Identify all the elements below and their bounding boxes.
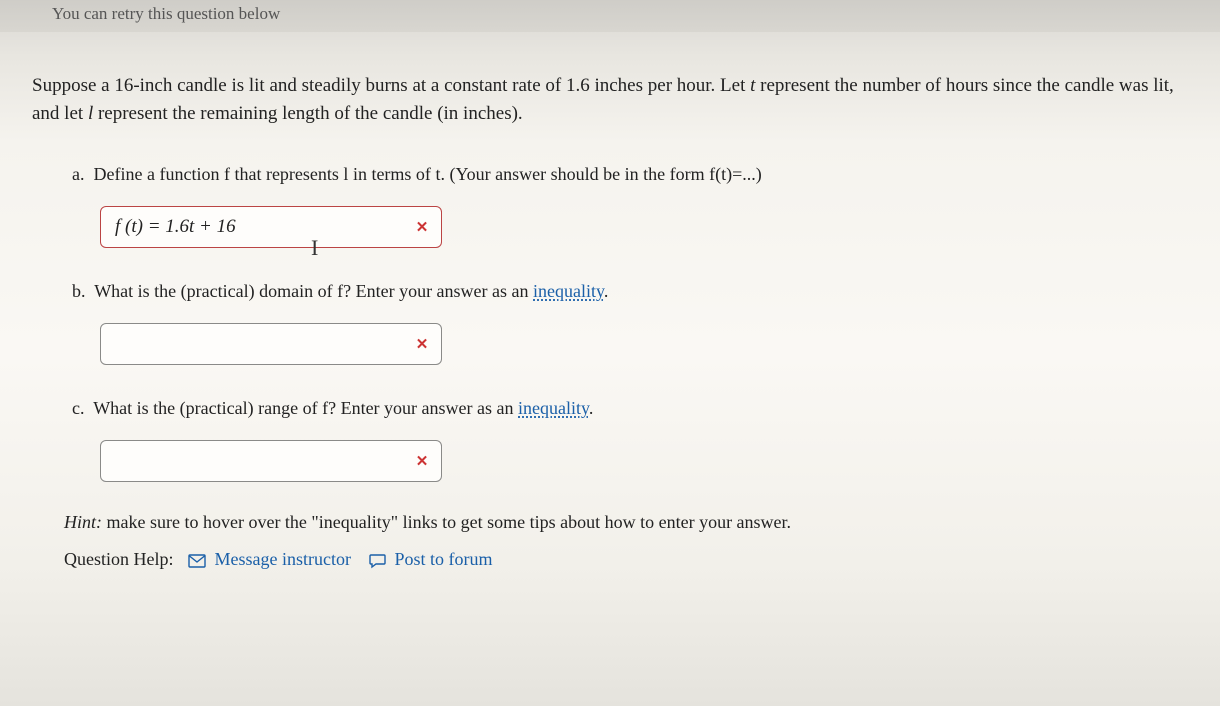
question-help-label: Question Help:	[64, 549, 174, 569]
speech-bubble-icon	[369, 553, 386, 569]
part-a-answer-row: f (t) = 1.6t + 16 ✕ I	[100, 206, 1188, 248]
part-a-answer-input[interactable]: f (t) = 1.6t + 16 ✕ I	[100, 206, 442, 248]
hint-label: Hint:	[64, 512, 102, 532]
part-a-text-1: Define a function	[94, 164, 224, 184]
part-c-text-3: .	[589, 398, 594, 418]
part-b-text-3: .	[604, 281, 609, 301]
incorrect-icon: ✕	[413, 218, 431, 236]
problem-text-1: Suppose a 16-inch candle is lit and stea…	[32, 75, 750, 96]
part-a-text-2: that represents	[230, 164, 343, 184]
part-a-label: a.	[72, 164, 85, 184]
part-b-text-2: ? Enter your answer as an	[343, 281, 533, 301]
part-b-answer-input[interactable]: ✕	[100, 323, 442, 365]
inequality-link[interactable]: inequality	[533, 281, 604, 301]
part-c-prompt: c. What is the (practical) range of f? E…	[72, 395, 1188, 422]
part-b-text-1: What is the (practical) domain of	[94, 281, 337, 301]
retry-text: You can retry this question below	[52, 4, 280, 23]
part-b: b. What is the (practical) domain of f? …	[32, 278, 1188, 365]
incorrect-icon: ✕	[413, 335, 431, 353]
incorrect-icon: ✕	[413, 452, 431, 470]
part-b-answer-row: ✕	[100, 323, 1188, 365]
problem-text-3: represent the remaining length of the ca…	[93, 103, 522, 124]
part-a-text-3: in terms of	[348, 164, 435, 184]
part-c-label: c.	[72, 398, 85, 418]
part-a: a. Define a function f that represents l…	[32, 161, 1188, 248]
post-to-forum-link[interactable]: Post to forum	[394, 549, 492, 569]
mail-icon	[188, 554, 206, 568]
part-c-text-1: What is the (practical) range of	[93, 398, 322, 418]
inequality-link[interactable]: inequality	[518, 398, 589, 418]
part-c-answer-row: ✕	[100, 440, 1188, 482]
part-b-prompt: b. What is the (practical) domain of f? …	[72, 278, 1188, 305]
part-a-text-4: . (Your answer should be in the form f(t…	[440, 164, 761, 184]
message-instructor-link[interactable]: Message instructor	[215, 549, 351, 569]
part-a-answer-value: f (t) = 1.6t + 16	[115, 216, 236, 238]
part-c: c. What is the (practical) range of f? E…	[32, 395, 1188, 482]
part-a-prompt: a. Define a function f that represents l…	[72, 161, 1188, 188]
part-c-text-2: ? Enter your answer as an	[328, 398, 518, 418]
part-b-label: b.	[72, 281, 86, 301]
hint-body: make sure to hover over the "inequality"…	[102, 512, 791, 532]
question-help: Question Help: Message instructor Post t…	[32, 549, 1188, 570]
hint-text: Hint: make sure to hover over the "inequ…	[32, 512, 1188, 533]
retry-banner: You can retry this question below	[0, 0, 1220, 32]
question-content: Suppose a 16-inch candle is lit and stea…	[0, 32, 1220, 570]
problem-statement: Suppose a 16-inch candle is lit and stea…	[32, 72, 1188, 127]
text-caret-icon: I	[311, 235, 318, 261]
part-c-answer-input[interactable]: ✕	[100, 440, 442, 482]
